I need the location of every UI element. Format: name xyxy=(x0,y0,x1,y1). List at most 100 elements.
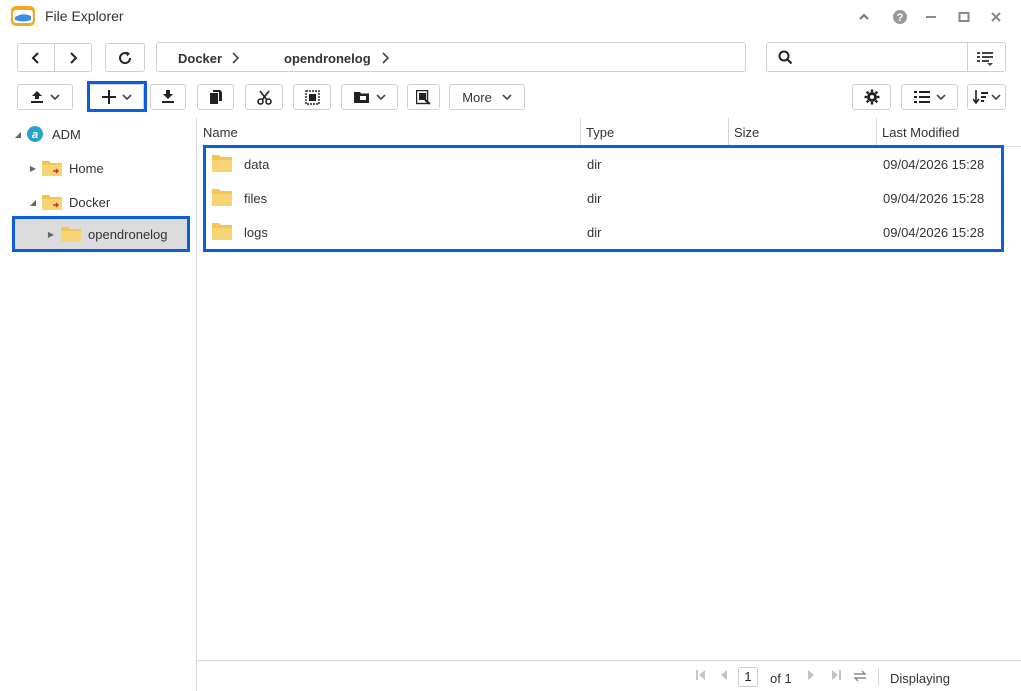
footer-divider xyxy=(878,668,879,686)
gear-icon xyxy=(864,89,879,105)
collapsed-arrow-icon[interactable]: ▶ xyxy=(28,163,38,173)
tree-item-opendronelog[interactable]: ▶ opendronelog xyxy=(15,219,187,249)
preview-button[interactable] xyxy=(407,84,440,110)
file-explorer-logo-icon xyxy=(11,6,35,26)
column-header-type[interactable]: Type xyxy=(581,118,729,147)
folder-icon xyxy=(212,189,232,206)
close-icon xyxy=(991,12,1001,22)
upload-icon xyxy=(31,91,43,103)
adm-logo-icon: a xyxy=(27,126,43,142)
refresh-button[interactable] xyxy=(105,43,145,72)
refresh-icon xyxy=(119,51,132,64)
tree-item-docker[interactable]: ◢ Docker xyxy=(28,188,110,216)
breadcrumb-docker[interactable]: Docker xyxy=(178,51,222,66)
chevron-left-icon xyxy=(31,51,39,64)
chevron-right-icon xyxy=(70,51,78,64)
folder-share-icon xyxy=(353,92,369,103)
expanded-arrow-icon[interactable]: ◢ xyxy=(13,129,23,139)
file-type: dir xyxy=(587,157,602,172)
table-row[interactable]: files dir 09/04/2026 15:28 xyxy=(198,181,1021,215)
help-button[interactable]: ? xyxy=(891,8,909,26)
download-button[interactable] xyxy=(150,84,186,110)
file-name: data xyxy=(244,157,270,172)
folder-icon xyxy=(212,223,232,240)
close-button[interactable] xyxy=(987,8,1005,26)
search-options-icon[interactable] xyxy=(976,49,994,67)
search-box xyxy=(766,42,1006,72)
previous-page-icon[interactable] xyxy=(720,669,728,681)
refresh-list-icon[interactable] xyxy=(853,669,867,683)
breadcrumb-opendronelog[interactable]: opendronelog xyxy=(284,51,371,66)
plus-icon xyxy=(101,90,116,104)
tree-item-adm[interactable]: ◢ a ADM xyxy=(13,120,81,148)
chevron-right-icon xyxy=(232,52,240,64)
shared-folder-icon xyxy=(42,161,62,176)
table-row[interactable]: logs dir 09/04/2026 15:28 xyxy=(198,215,1021,249)
minimize-icon xyxy=(926,16,936,18)
help-icon: ? xyxy=(893,10,907,24)
copy-button[interactable] xyxy=(197,84,234,110)
scissors-icon xyxy=(256,90,272,105)
search-input[interactable] xyxy=(797,48,962,66)
upload-button[interactable] xyxy=(17,84,73,110)
title-bar: File Explorer ? xyxy=(0,0,1021,34)
page-number-input[interactable]: 1 xyxy=(738,667,758,687)
chevron-down-icon xyxy=(50,94,60,101)
select-all-button[interactable] xyxy=(293,84,331,110)
page-count: of 1 xyxy=(770,671,792,686)
file-name: files xyxy=(244,191,268,206)
back-button[interactable] xyxy=(17,43,55,72)
sort-button[interactable] xyxy=(967,84,1006,110)
chevron-down-icon xyxy=(375,94,386,101)
displaying-label: Displaying xyxy=(890,671,950,686)
collapse-button[interactable] xyxy=(855,8,873,26)
file-list: Name Type Size Last Modified data dir 09… xyxy=(198,118,1021,660)
share-folder-button[interactable] xyxy=(341,84,398,110)
table-row[interactable]: data dir 09/04/2026 15:28 xyxy=(198,147,1021,181)
chevron-down-icon xyxy=(990,94,1001,101)
column-header-name[interactable]: Name xyxy=(198,118,581,147)
create-new-button[interactable] xyxy=(89,84,144,110)
folder-icon xyxy=(212,155,232,172)
maximize-icon xyxy=(958,12,970,22)
chevron-down-icon xyxy=(502,94,512,101)
settings-button[interactable] xyxy=(852,84,891,110)
tree-label: ADM xyxy=(52,126,81,142)
tree-item-home[interactable]: ▶ Home xyxy=(28,154,104,182)
preview-icon xyxy=(416,89,431,105)
view-mode-button[interactable] xyxy=(901,84,958,110)
more-button[interactable]: More xyxy=(449,84,525,110)
sort-icon xyxy=(972,90,988,104)
file-modified: 09/04/2026 15:28 xyxy=(883,157,985,172)
last-page-icon[interactable] xyxy=(831,669,841,681)
svg-text:?: ? xyxy=(897,12,904,24)
file-type: dir xyxy=(587,225,602,240)
more-label: More xyxy=(462,89,492,105)
collapsed-arrow-icon[interactable]: ▶ xyxy=(46,229,56,239)
minimize-button[interactable] xyxy=(922,8,940,26)
next-page-icon[interactable] xyxy=(807,669,815,681)
forward-button[interactable] xyxy=(54,43,92,72)
select-all-icon xyxy=(304,89,320,105)
chevron-right-icon xyxy=(382,52,390,64)
cut-button[interactable] xyxy=(245,84,283,110)
file-type: dir xyxy=(587,191,602,206)
first-page-icon[interactable] xyxy=(696,669,706,681)
file-name: logs xyxy=(244,225,268,240)
tree-label: Docker xyxy=(69,194,111,210)
chevron-down-icon xyxy=(935,94,946,101)
column-header-size[interactable]: Size xyxy=(729,118,877,147)
shared-folder-icon xyxy=(42,195,62,210)
chevron-up-icon xyxy=(859,13,869,20)
sidebar-tree: ◢ a ADM ▶ Home ◢ Docker ▶ opendronelog xyxy=(0,118,197,691)
expanded-arrow-icon[interactable]: ◢ xyxy=(28,197,38,207)
file-explorer-window: File Explorer ? Docker opendronelog More… xyxy=(0,0,1021,691)
tree-label: opendronelog xyxy=(88,226,168,242)
search-icon xyxy=(778,50,793,65)
folder-icon xyxy=(61,227,81,242)
tree-label: Home xyxy=(69,160,104,176)
pagination-bar: 1 of 1 Displaying xyxy=(198,660,1021,691)
column-header-last-modified[interactable]: Last Modified xyxy=(877,118,1021,147)
maximize-button[interactable] xyxy=(955,8,973,26)
address-bar[interactable]: Docker opendronelog xyxy=(156,42,746,72)
